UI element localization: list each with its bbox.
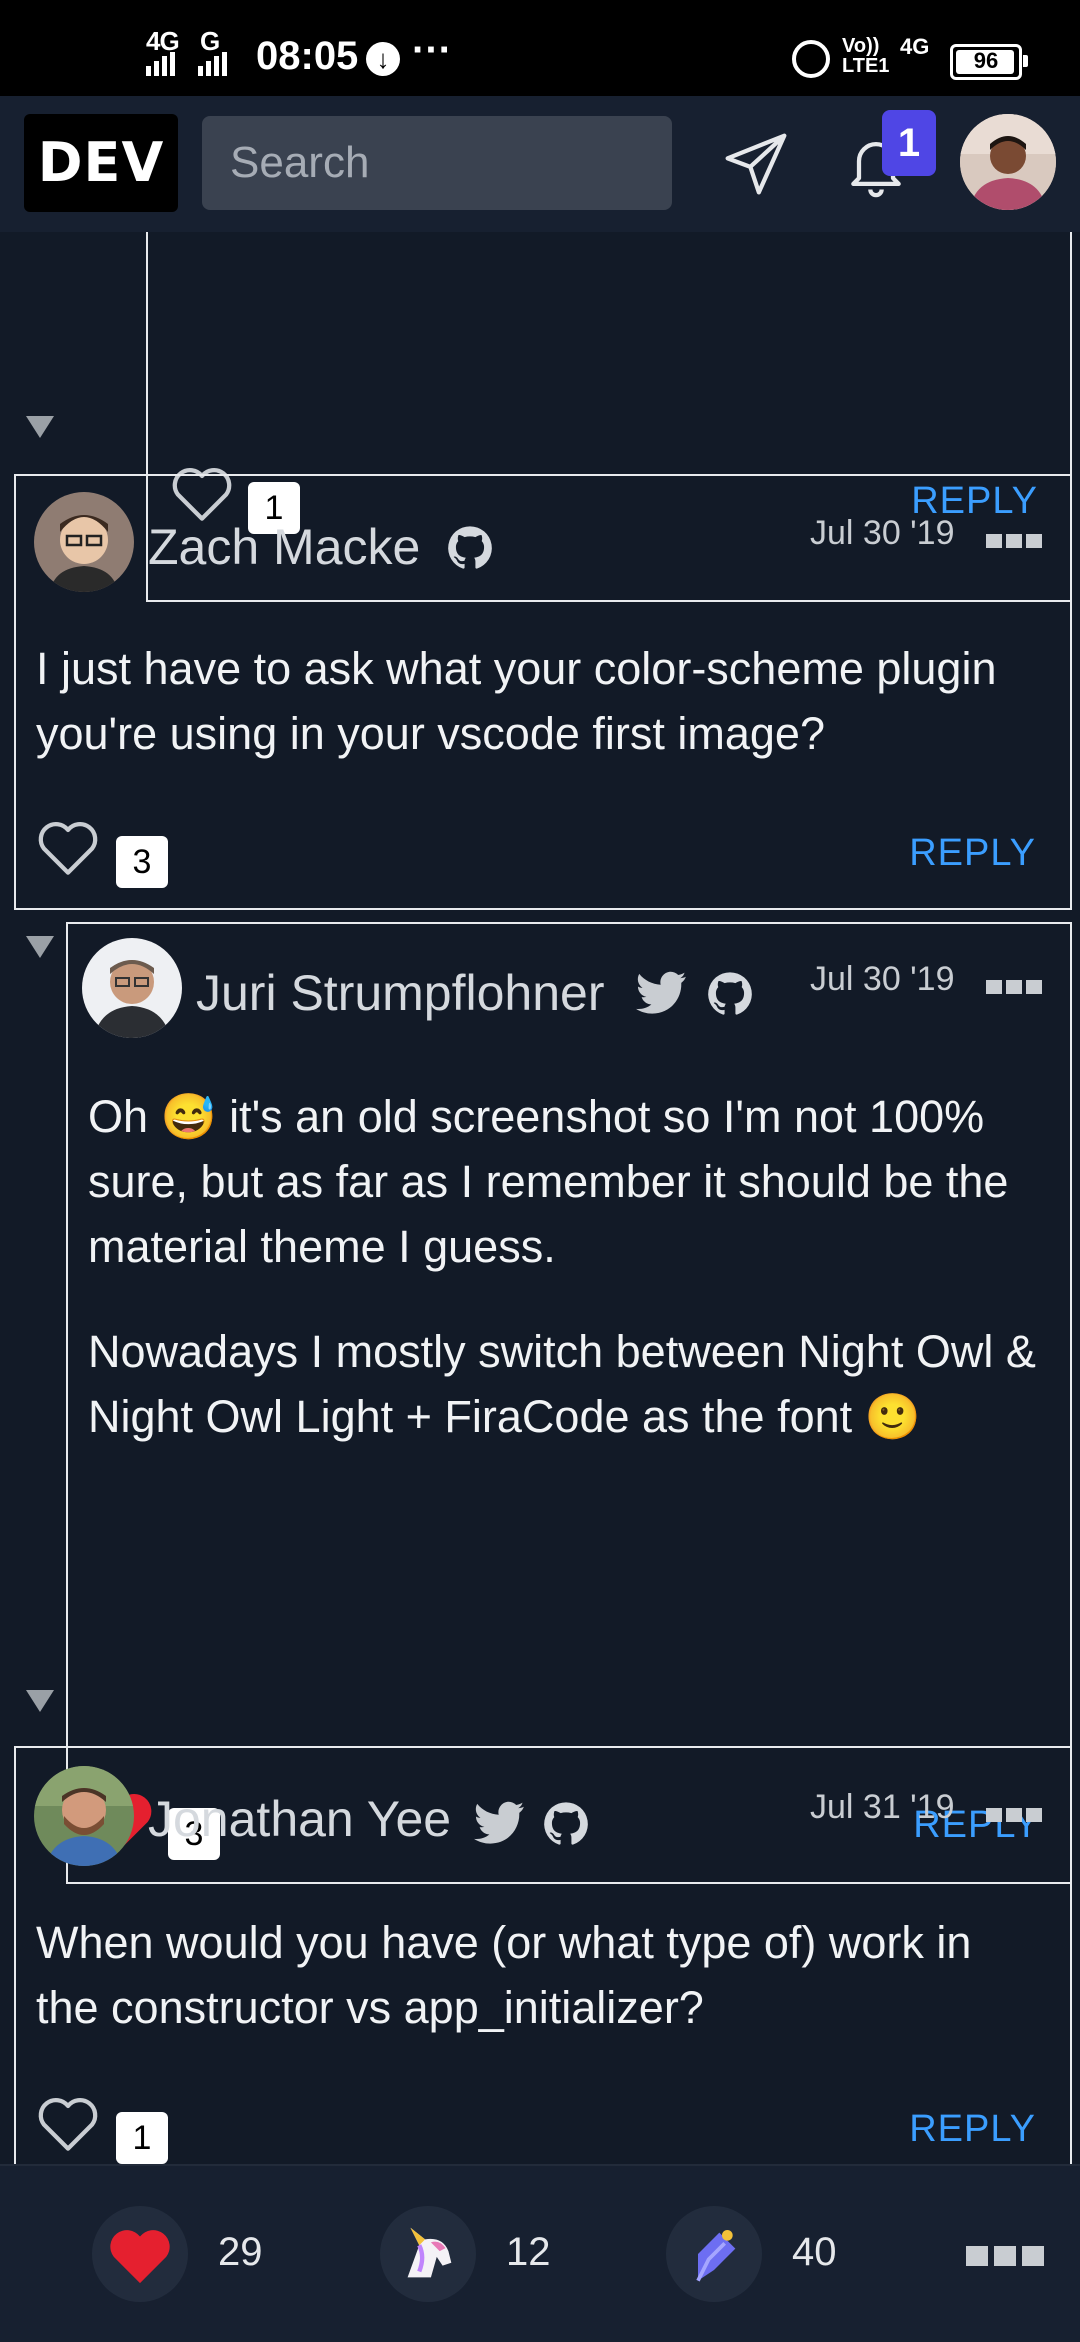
signal-bars-icon: [146, 52, 227, 76]
paper-plane-icon: [725, 133, 787, 195]
reply-link[interactable]: REPLY: [909, 832, 1036, 875]
author-name[interactable]: Zach Macke: [148, 518, 420, 576]
avatar[interactable]: [34, 492, 134, 592]
bookmark-reaction-count: 40: [792, 2230, 837, 2274]
unicorn-reaction-button[interactable]: [380, 2206, 476, 2302]
avatar[interactable]: [34, 1766, 134, 1866]
lte-label: LTE1: [842, 55, 890, 77]
comment-card-jonathan: Jonathan Yee Jul 31 '19 When would you h…: [14, 1746, 1072, 2164]
clock: 08:05: [256, 34, 359, 78]
comment-paragraph: When would you have (or what type of) wo…: [36, 1917, 972, 2033]
connect-button[interactable]: [714, 122, 798, 206]
heart-outline-icon[interactable]: [36, 816, 100, 876]
bookmark-icon: [696, 2230, 736, 2282]
alarm-icon: [792, 40, 830, 78]
comment-paragraph: Oh 😅 it's an old screenshot so I'm not 1…: [88, 1091, 1009, 1272]
notification-badge[interactable]: 1: [882, 110, 936, 176]
status-bar: 4G G 08:05 ↓ ··· Vo)) LTE1 4G 96: [0, 0, 1080, 96]
collapse-toggle-icon[interactable]: [26, 1690, 54, 1712]
search-input[interactable]: [202, 116, 672, 210]
network-indicator: 4G: [900, 34, 930, 59]
juri-avatar-photo: [82, 938, 182, 1038]
user-avatar[interactable]: [960, 114, 1056, 210]
comment-card-zach: Zach Macke Jul 30 '19 I just have to ask…: [14, 474, 1072, 910]
comment-paragraph: Nowadays I mostly switch between Night O…: [88, 1326, 1036, 1442]
more-notifications-icon: ···: [412, 28, 452, 72]
github-icon[interactable]: [444, 522, 496, 574]
zach-avatar-photo: [34, 492, 134, 592]
author-name[interactable]: Jonathan Yee: [148, 1790, 451, 1848]
comment-body: Oh 😅 it's an old screenshot so I'm not 1…: [88, 1084, 1064, 1489]
github-icon[interactable]: [704, 968, 756, 1020]
comment-options-button[interactable]: [986, 1808, 1042, 1822]
volte-label: Vo)): [842, 35, 880, 57]
heart-outline-icon[interactable]: [36, 2092, 100, 2152]
collapse-toggle-icon[interactable]: [26, 416, 54, 438]
dev-logo[interactable]: DEV: [24, 114, 178, 212]
unicorn-icon: [407, 2227, 452, 2278]
author-name[interactable]: Juri Strumpflohner: [196, 964, 605, 1022]
comment-options-button[interactable]: [986, 980, 1042, 994]
bookmark-reaction-button[interactable]: [666, 2206, 762, 2302]
reaction-bar: 29 12 40: [0, 2164, 1080, 2342]
github-icon[interactable]: [540, 1798, 592, 1850]
comment-date[interactable]: Jul 30 '19: [810, 514, 954, 553]
comment-date[interactable]: Jul 30 '19: [810, 960, 954, 999]
like-count: 1: [116, 2112, 168, 2164]
battery-icon: 96: [950, 44, 1028, 80]
article-options-button[interactable]: [966, 2246, 1044, 2266]
download-icon: ↓: [366, 42, 400, 76]
reply-link[interactable]: REPLY: [909, 2108, 1036, 2151]
avatar[interactable]: [82, 938, 182, 1038]
jonathan-avatar-photo: [34, 1766, 134, 1866]
comment-options-button[interactable]: [986, 534, 1042, 548]
comments-section: 1 REPLY Zach Macke Jul 30 '19 I just hav…: [0, 232, 1080, 2164]
comment-body: When would you have (or what type of) wo…: [36, 1910, 1046, 2080]
like-count: 3: [116, 836, 168, 888]
comment-card-juri: Juri Strumpflohner Jul 30 '19 Oh 😅 it's …: [66, 922, 1072, 1884]
heart-reaction-count: 29: [218, 2230, 263, 2274]
heart-reaction-button[interactable]: [92, 2206, 188, 2302]
comment-body: I just have to ask what your color-schem…: [36, 636, 1046, 806]
comment-paragraph: I just have to ask what your color-schem…: [36, 643, 997, 759]
twitter-icon[interactable]: [636, 970, 688, 1016]
battery-percent: 96: [973, 48, 999, 73]
collapse-toggle-icon[interactable]: [26, 936, 54, 958]
twitter-icon[interactable]: [474, 1800, 526, 1846]
volte-indicator: Vo)) LTE1: [842, 36, 889, 76]
comment-date[interactable]: Jul 31 '19: [810, 1788, 954, 1827]
profile-photo: [960, 114, 1056, 210]
heart-reaction-icon: [110, 2230, 170, 2284]
unicorn-reaction-count: 12: [506, 2230, 551, 2274]
